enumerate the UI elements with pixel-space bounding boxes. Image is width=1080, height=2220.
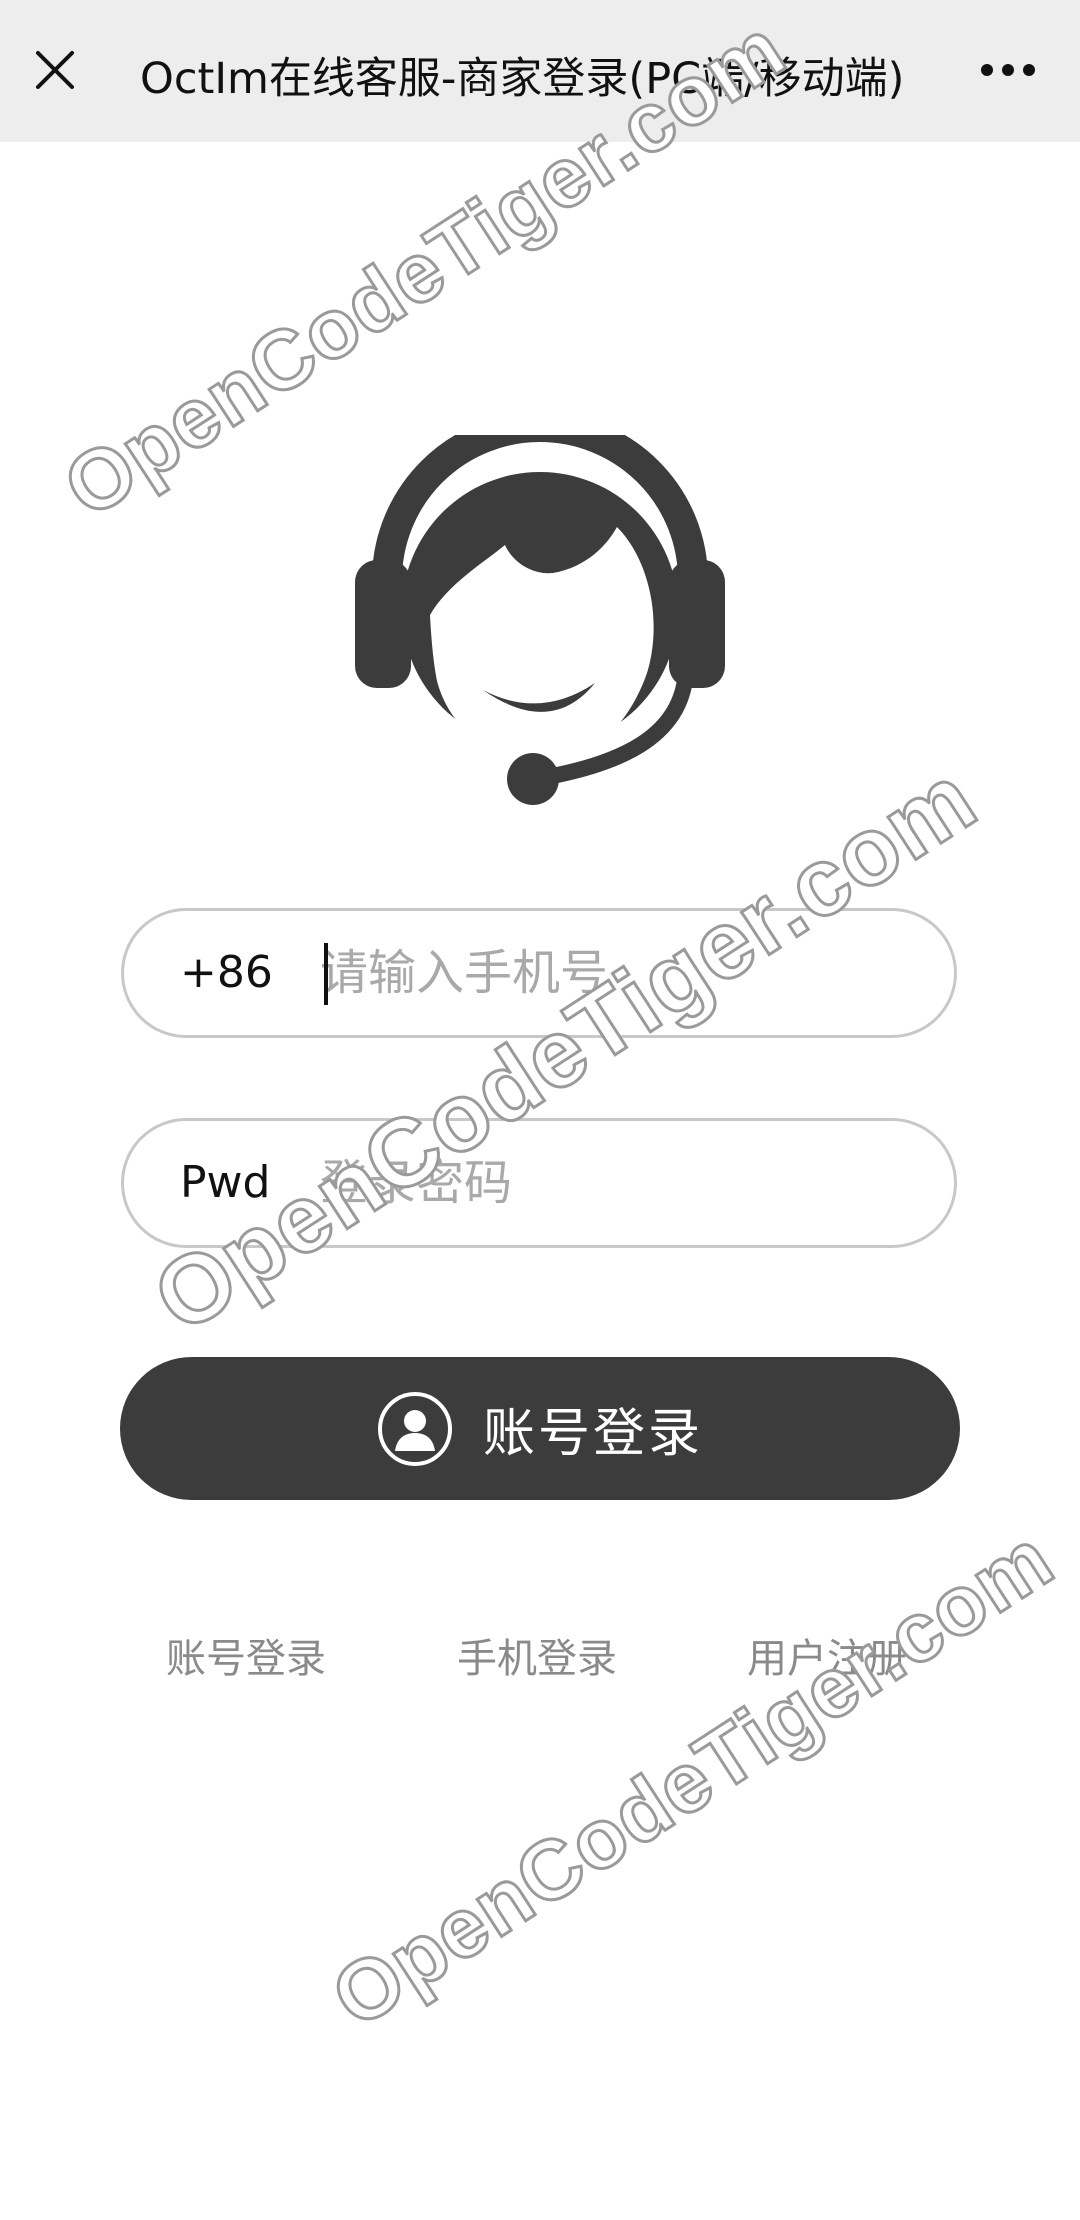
phone-login-link[interactable]: 手机登录 bbox=[457, 1626, 617, 1684]
password-input[interactable] bbox=[320, 1141, 920, 1225]
user-circle-icon bbox=[377, 1391, 452, 1466]
page-title: OctIm在线客服-商家登录(PC端/移动端) bbox=[140, 54, 905, 104]
more-dots-icon bbox=[981, 64, 1035, 76]
login-button-label: 账号登录 bbox=[482, 1404, 703, 1464]
text-cursor bbox=[324, 943, 328, 1005]
password-field[interactable]: Pwd bbox=[121, 1118, 957, 1248]
title-bar: OctIm在线客服-商家登录(PC端/移动端) bbox=[0, 0, 1080, 142]
watermark: OpenCodeTiger.com bbox=[134, 742, 995, 1354]
close-button[interactable] bbox=[25, 40, 85, 100]
account-login-link[interactable]: 账号登录 bbox=[166, 1626, 326, 1684]
phone-field[interactable]: +86 bbox=[121, 908, 957, 1038]
account-login-button[interactable]: 账号登录 bbox=[120, 1357, 960, 1500]
register-link[interactable]: 用户注册 bbox=[747, 1626, 907, 1684]
close-icon bbox=[36, 51, 74, 89]
more-button[interactable] bbox=[968, 40, 1048, 100]
password-label: Pwd bbox=[180, 1157, 271, 1208]
country-code-label: +86 bbox=[180, 947, 273, 998]
phone-input[interactable] bbox=[320, 931, 920, 1015]
watermark: OpenCodeTiger.com bbox=[314, 1509, 1070, 2047]
customer-service-headset-icon bbox=[355, 435, 725, 805]
